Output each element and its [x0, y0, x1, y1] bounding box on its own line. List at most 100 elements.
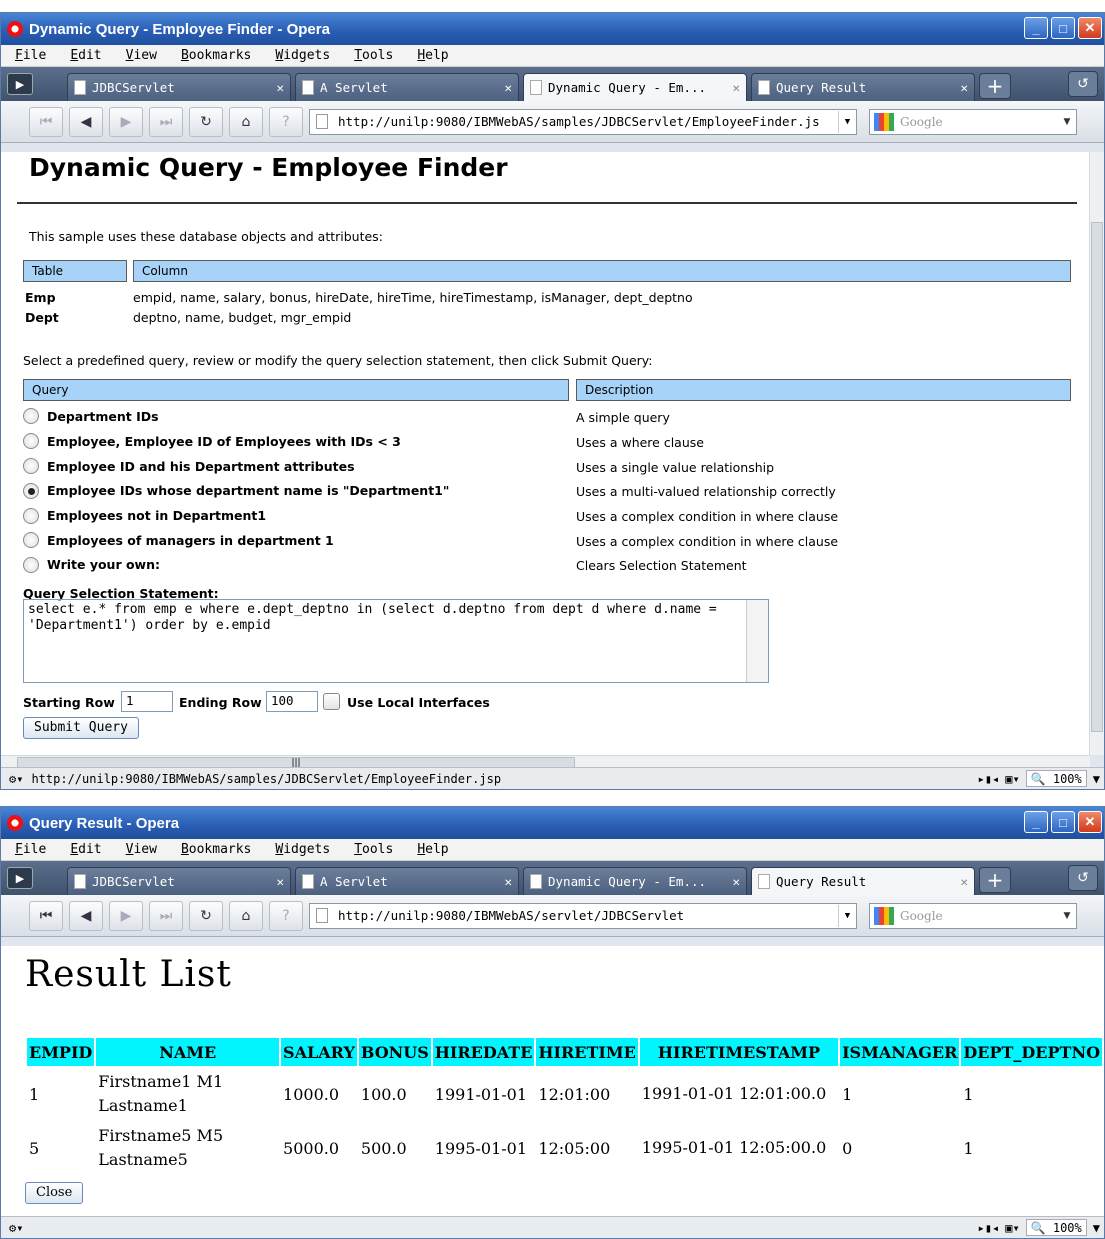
image-toggle-icon[interactable]: ▣▾: [1005, 1221, 1019, 1235]
tab-query-result[interactable]: Query Result ✕: [751, 867, 975, 895]
tab-a-servlet[interactable]: A Servlet ✕: [295, 73, 519, 101]
minimize-button[interactable]: _: [1024, 17, 1048, 39]
new-tab-button[interactable]: +: [979, 867, 1011, 893]
close-tab-icon[interactable]: ✕: [504, 874, 512, 889]
reload-icon[interactable]: ↻: [189, 106, 223, 137]
maximize-button[interactable]: □: [1051, 811, 1075, 833]
menu-bookmarks[interactable]: Bookmarks: [181, 842, 251, 857]
reload-icon[interactable]: ↻: [189, 900, 223, 931]
query-radio-3[interactable]: [23, 458, 39, 474]
tab-dynamic-query[interactable]: Dynamic Query - Em... ✕: [523, 867, 747, 895]
tab-jdbcservlet[interactable]: JDBCServlet ✕: [67, 73, 291, 101]
search-field[interactable]: Google ▼: [869, 108, 1077, 135]
close-window-button[interactable]: ✕: [1078, 17, 1102, 39]
fast-forward-icon[interactable]: ⏭: [149, 900, 183, 931]
rewind-icon[interactable]: ⏮: [29, 900, 63, 931]
query-radio-4[interactable]: [23, 483, 39, 499]
menu-tools[interactable]: Tools: [354, 842, 393, 857]
image-toggle-icon[interactable]: ▣▾: [1005, 772, 1019, 786]
address-bar[interactable]: http://unilp:9080/IBMWebAS/samples/JDBCS…: [309, 108, 857, 135]
close-window-button[interactable]: ✕: [1078, 811, 1102, 833]
submit-query-button[interactable]: Submit Query: [23, 717, 139, 739]
forward-icon[interactable]: ▶: [109, 106, 143, 137]
security-icon[interactable]: ⚙▾: [9, 1221, 23, 1235]
menu-bookmarks[interactable]: Bookmarks: [181, 48, 251, 63]
forward-icon[interactable]: ▶: [109, 900, 143, 931]
cell-hiretimestamp: 1995-01-01 12:05:00.0: [641, 1138, 827, 1157]
close-tab-icon[interactable]: ✕: [276, 80, 284, 95]
home-icon[interactable]: ⌂: [229, 900, 263, 931]
trash-icon[interactable]: ↺: [1068, 865, 1098, 891]
query-statement-textarea[interactable]: select e.* from emp e where e.dept_deptn…: [23, 599, 769, 683]
zoom-control[interactable]: 🔍 100%: [1025, 770, 1087, 787]
security-icon[interactable]: ⚙▾: [9, 772, 23, 786]
query-description: Clears Selection Statement: [576, 558, 747, 573]
rewind-icon[interactable]: ⏮: [29, 106, 63, 137]
speed-dial-icon[interactable]: ▸▮◂: [978, 1221, 1000, 1235]
zoom-dropdown-icon[interactable]: ▼: [1093, 1221, 1100, 1235]
address-dropdown-icon[interactable]: ▼: [838, 904, 856, 927]
menu-view[interactable]: View: [126, 48, 157, 63]
search-field[interactable]: Google ▼: [869, 902, 1077, 929]
address-bar[interactable]: http://unilp:9080/IBMWebAS/servlet/JDBCS…: [309, 902, 857, 929]
maximize-button[interactable]: □: [1051, 17, 1075, 39]
tab-a-servlet[interactable]: A Servlet ✕: [295, 867, 519, 895]
close-tab-icon[interactable]: ✕: [276, 874, 284, 889]
query-radio-2[interactable]: [23, 433, 39, 449]
search-dropdown-icon[interactable]: ▼: [1058, 911, 1076, 921]
new-tab-button[interactable]: +: [979, 73, 1011, 99]
query-description: Uses a complex condition in where clause: [576, 509, 839, 524]
search-dropdown-icon[interactable]: ▼: [1058, 117, 1076, 127]
starting-row-input[interactable]: 1: [121, 691, 173, 712]
tab-dynamic-query[interactable]: Dynamic Query - Em... ✕: [523, 73, 747, 101]
title-bar: Query Result - Opera _ □ ✕: [1, 807, 1104, 839]
wand-icon[interactable]: ?: [269, 900, 303, 931]
menu-edit[interactable]: Edit: [70, 842, 101, 857]
query-radio-7[interactable]: [23, 557, 39, 573]
trash-icon[interactable]: ↺: [1068, 71, 1098, 97]
menu-help[interactable]: Help: [417, 842, 448, 857]
ending-row-input[interactable]: 100: [266, 691, 318, 712]
close-tab-icon[interactable]: ✕: [732, 874, 740, 889]
close-button[interactable]: Close: [25, 1182, 84, 1204]
use-local-interfaces-checkbox[interactable]: [323, 693, 340, 710]
minimize-button[interactable]: _: [1024, 811, 1048, 833]
menu-file[interactable]: File: [15, 48, 46, 63]
close-tab-icon[interactable]: ✕: [504, 80, 512, 95]
zoom-dropdown-icon[interactable]: ▼: [1093, 772, 1100, 786]
menu-view[interactable]: View: [126, 842, 157, 857]
cell-salary: 1000.0: [283, 1084, 340, 1104]
textarea-scrollbar[interactable]: [746, 600, 768, 682]
query-radio-5[interactable]: [23, 508, 39, 524]
query-radio-1[interactable]: [23, 408, 39, 424]
tab-label: JDBCServlet: [92, 874, 175, 889]
tab-query-result[interactable]: Query Result ✕: [751, 73, 975, 101]
panel-toggle-icon[interactable]: ▶: [7, 73, 33, 95]
cell-hiredate: 1995-01-01: [434, 1138, 528, 1158]
instructions-text: Select a predefined query, review or mod…: [23, 353, 653, 368]
back-icon[interactable]: ◀: [69, 106, 103, 137]
close-tab-icon[interactable]: ✕: [960, 80, 968, 95]
fast-forward-icon[interactable]: ⏭: [149, 106, 183, 137]
back-icon[interactable]: ◀: [69, 900, 103, 931]
close-tab-icon[interactable]: ✕: [732, 80, 740, 95]
menu-help[interactable]: Help: [417, 48, 448, 63]
close-tab-icon[interactable]: ✕: [960, 874, 968, 889]
wand-icon[interactable]: ?: [269, 106, 303, 137]
query-description: A simple query: [576, 410, 670, 425]
tab-jdbcservlet[interactable]: JDBCServlet ✕: [67, 867, 291, 895]
menu-edit[interactable]: Edit: [70, 48, 101, 63]
menu-file[interactable]: File: [15, 842, 46, 857]
menu-widgets[interactable]: Widgets: [275, 48, 330, 63]
vertical-scrollbar[interactable]: [1089, 152, 1104, 755]
address-dropdown-icon[interactable]: ▼: [838, 110, 856, 133]
home-icon[interactable]: ⌂: [229, 106, 263, 137]
scroll-thumb[interactable]: [1091, 222, 1103, 732]
zoom-control[interactable]: 🔍 100%: [1025, 1219, 1087, 1236]
panel-toggle-icon[interactable]: ▶: [7, 867, 33, 889]
menu-tools[interactable]: Tools: [354, 48, 393, 63]
query-label: Department IDs: [47, 409, 159, 424]
speed-dial-icon[interactable]: ▸▮◂: [978, 772, 1000, 786]
query-radio-6[interactable]: [23, 532, 39, 548]
menu-widgets[interactable]: Widgets: [275, 842, 330, 857]
